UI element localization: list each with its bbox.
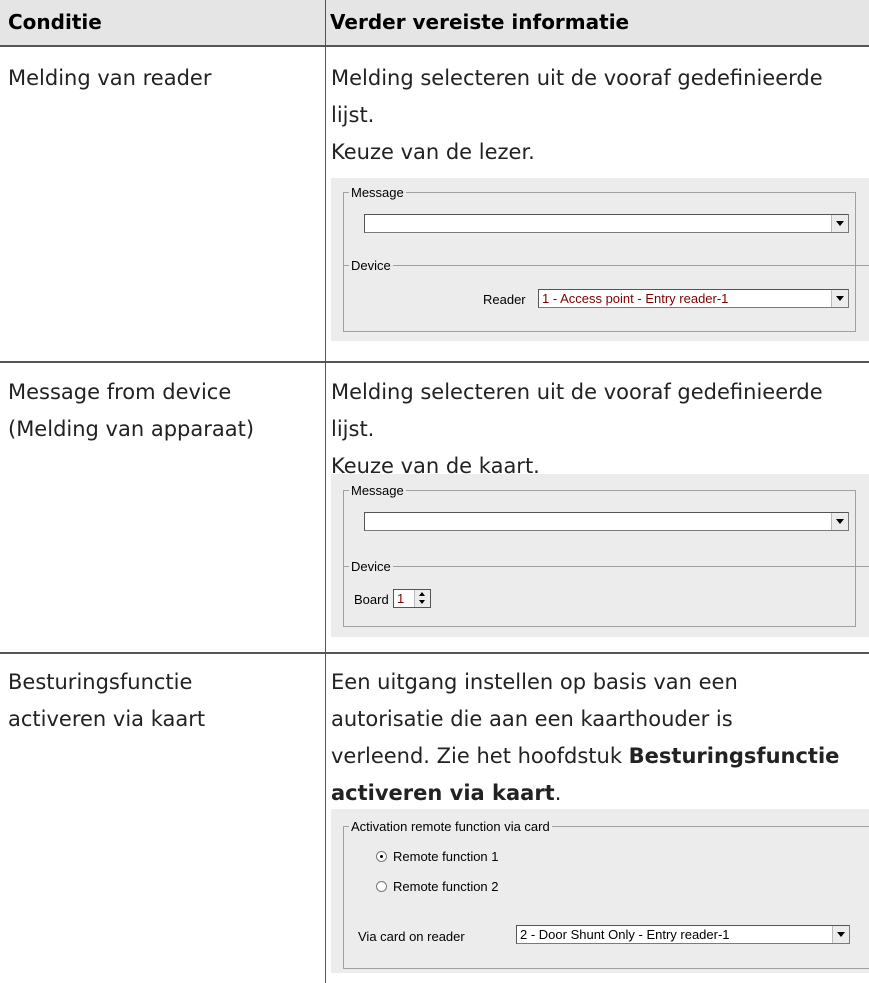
row3-info-line: verleend. Zie het hoofdstuk Besturingsfu… — [331, 738, 867, 775]
row1-info-line: Keuze van de lezer. — [331, 140, 535, 164]
board-spinner-value: 1 — [397, 591, 405, 606]
reader-label: Reader — [483, 292, 526, 307]
chevron-down-icon[interactable] — [831, 513, 848, 530]
remote-function-2-label: Remote function 2 — [393, 879, 499, 894]
column-divider — [325, 0, 326, 983]
chevron-down-icon[interactable] — [832, 926, 849, 943]
reader-dropdown-value: 1 - Access point - Entry reader-1 — [542, 291, 729, 306]
group-separator — [343, 566, 869, 567]
remote-function-dialog: Activation remote function via card Remo… — [331, 809, 869, 973]
row3-info-period: . — [554, 781, 562, 805]
chevron-down-icon[interactable] — [831, 215, 848, 232]
arrow-up-icon[interactable] — [419, 592, 425, 596]
row2-info-line: Melding selecteren uit de vooraf gedefin… — [331, 380, 823, 404]
row2-condition-line: Message from device — [8, 380, 232, 404]
chapter-reference: Besturingsfunctie — [628, 744, 840, 768]
row3-condition-line: Besturingsfunctie — [8, 670, 193, 694]
activation-legend: Activation remote function via card — [349, 819, 552, 834]
header-info: Verder vereiste informatie — [330, 10, 630, 34]
header-condition: Conditie — [8, 10, 102, 34]
remote-function-1-label: Remote function 1 — [393, 849, 499, 864]
row3-condition-line: activeren via kaart — [8, 707, 206, 731]
row2-info-line: lijst. — [331, 417, 375, 441]
row3-info-line: autorisatie die aan een kaarthouder is — [331, 707, 733, 731]
document-table: Conditie Verder vereiste informatie Meld… — [0, 0, 869, 983]
message-dropdown[interactable] — [364, 512, 849, 531]
row3-info-line: activeren via kaart. — [331, 775, 867, 812]
remote-function-2-radio[interactable] — [376, 881, 387, 892]
row-divider — [0, 652, 869, 654]
message-group — [343, 192, 856, 332]
table-header: Conditie Verder vereiste informatie — [0, 0, 869, 45]
chapter-reference-cont: activeren via kaart — [331, 781, 555, 805]
reader-dropdown[interactable]: 1 - Access point - Entry reader-1 — [538, 289, 849, 308]
device-legend: Device — [349, 559, 393, 574]
spinner-buttons[interactable] — [414, 590, 430, 607]
arrow-down-icon[interactable] — [419, 600, 425, 604]
row1-condition-line: Melding van reader — [8, 66, 212, 90]
board-spinner[interactable]: 1 — [393, 589, 431, 608]
board-label: Board — [354, 592, 389, 607]
row-divider — [0, 45, 869, 47]
row2-condition-line: (Melding van apparaat) — [8, 417, 255, 441]
row3-info: Een uitgang instellen op basis van een a… — [331, 664, 867, 812]
via-card-reader-dropdown[interactable]: 2 - Door Shunt Only - Entry reader-1 — [516, 925, 850, 944]
row2-condition: Message from device (Melding van apparaa… — [8, 374, 254, 448]
via-card-reader-label: Via card on reader — [358, 929, 465, 944]
row3-info-line: Een uitgang instellen op basis van een — [331, 670, 738, 694]
via-card-reader-value: 2 - Door Shunt Only - Entry reader-1 — [520, 927, 730, 942]
row-divider — [0, 361, 869, 363]
row1-info-line: lijst. — [331, 103, 375, 127]
row1-condition: Melding van reader — [8, 60, 211, 97]
group-separator — [343, 265, 869, 266]
row1-info: Melding selecteren uit de vooraf gedefin… — [331, 60, 867, 171]
chevron-down-icon[interactable] — [831, 290, 848, 307]
device-message-dialog: Message Device Board 1 — [331, 474, 869, 637]
message-legend: Message — [349, 185, 406, 200]
row3-condition: Besturingsfunctie activeren via kaart — [8, 664, 205, 738]
activation-group — [343, 826, 869, 969]
row3-info-text: verleend. Zie het hoofdstuk — [331, 744, 629, 768]
message-legend: Message — [349, 483, 406, 498]
remote-function-1-radio[interactable] — [376, 851, 387, 862]
row2-info: Melding selecteren uit de vooraf gedefin… — [331, 374, 867, 485]
device-legend: Device — [349, 258, 393, 273]
reader-message-dialog: Message Device Reader 1 - Access point -… — [331, 178, 869, 341]
message-dropdown[interactable] — [364, 214, 849, 233]
row1-info-line: Melding selecteren uit de vooraf gedefin… — [331, 66, 823, 90]
